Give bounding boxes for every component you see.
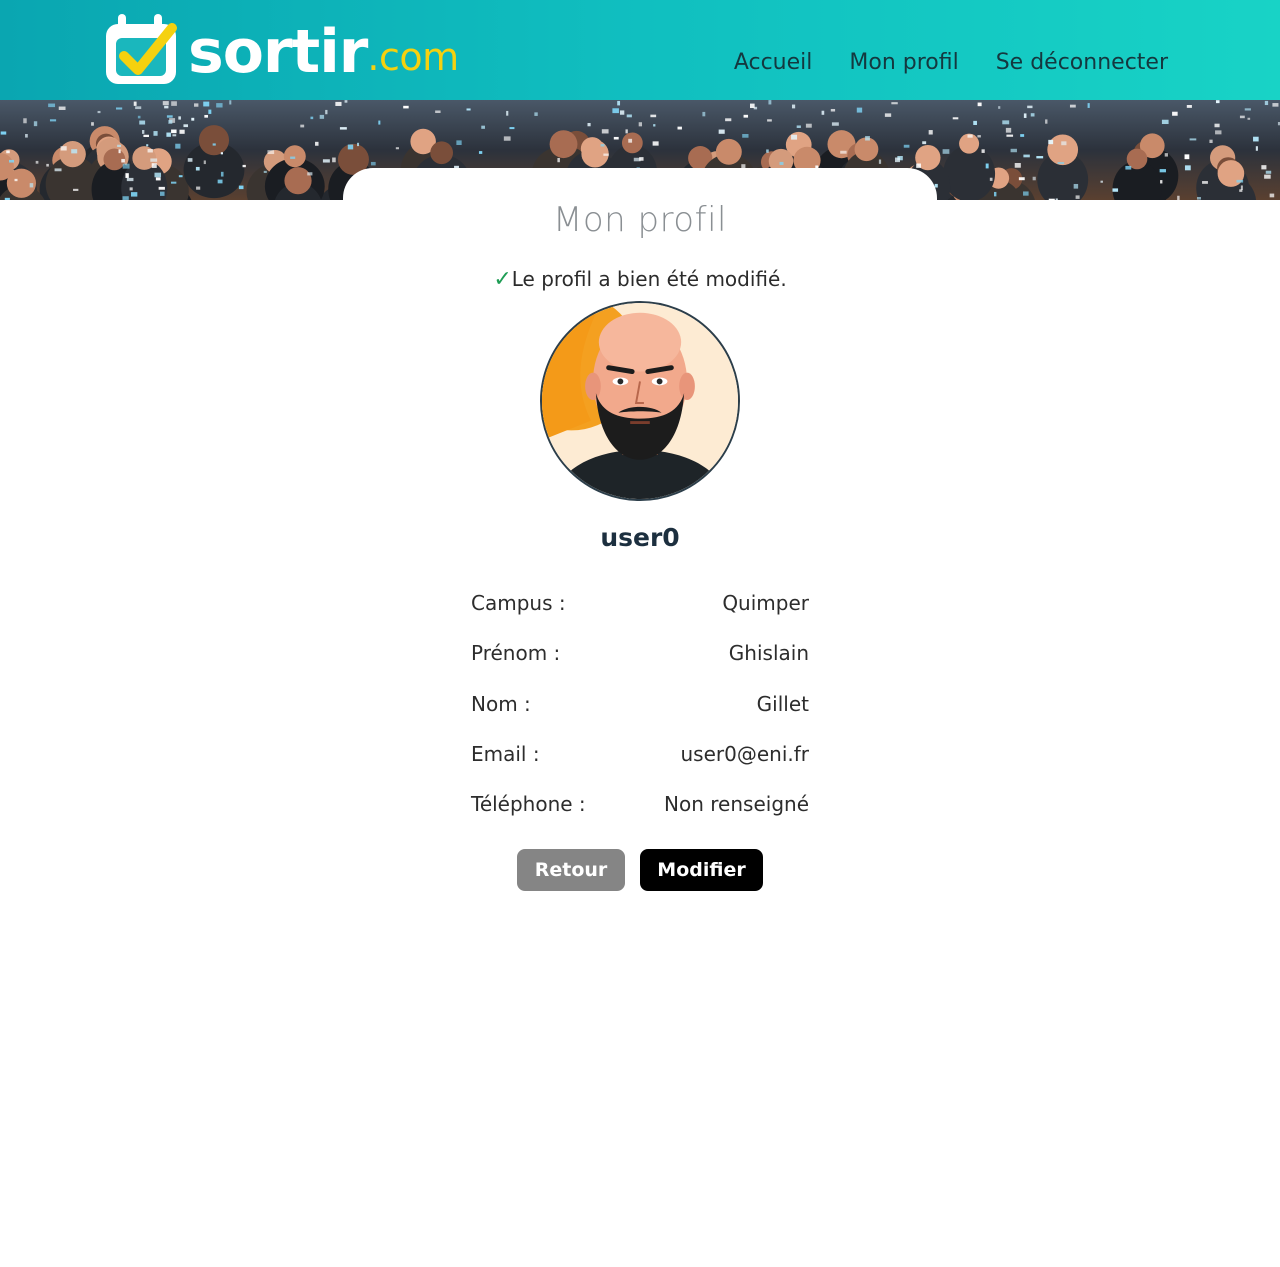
field-label: Email : (471, 742, 540, 767)
field-label: Téléphone : (471, 792, 586, 817)
profile-row-firstname: Prénom : Ghislain (471, 628, 809, 678)
check-icon: ✓ (493, 267, 512, 292)
profile-details: Campus : Quimper Prénom : Ghislain Nom :… (471, 578, 809, 829)
field-label: Campus : (471, 591, 566, 616)
calendar-check-icon (102, 12, 182, 88)
edit-profile-button[interactable]: Modifier (640, 849, 763, 891)
site-logo[interactable]: sortir .com (102, 8, 459, 88)
nav-home[interactable]: Accueil (734, 50, 813, 75)
logo-suffix: .com (367, 35, 459, 79)
profile-username: user0 (600, 523, 680, 552)
field-value: user0@eni.fr (680, 742, 809, 767)
profile-actions: Retour Modifier (517, 849, 763, 891)
logo-wordmark: sortir (188, 17, 368, 87)
nav-logout[interactable]: Se déconnecter (996, 50, 1168, 75)
main-nav: Accueil Mon profil Se déconnecter (734, 50, 1168, 75)
field-value: Ghislain (728, 641, 809, 666)
bearded-man-avatar-icon (542, 303, 738, 499)
site-header: sortir .com Accueil Mon profil Se déconn… (0, 0, 1280, 100)
success-message-text: Le profil a bien été modifié. (511, 267, 787, 291)
field-label: Nom : (471, 691, 531, 716)
field-label: Prénom : (471, 641, 561, 666)
field-value: Quimper (722, 591, 809, 616)
page-title: Mon profil (553, 200, 727, 240)
field-value: Gillet (756, 691, 809, 716)
profile-row-phone: Téléphone : Non renseigné (471, 779, 809, 829)
back-button[interactable]: Retour (517, 849, 625, 891)
profile-row-lastname: Nom : Gillet (471, 679, 809, 729)
profile-avatar (540, 301, 740, 501)
nav-my-profile[interactable]: Mon profil (849, 50, 958, 75)
profile-row-campus: Campus : Quimper (471, 578, 809, 628)
success-message: ✓Le profil a bien été modifié. (0, 267, 1280, 292)
field-value: Non renseigné (664, 792, 809, 817)
profile-row-email: Email : user0@eni.fr (471, 729, 809, 779)
